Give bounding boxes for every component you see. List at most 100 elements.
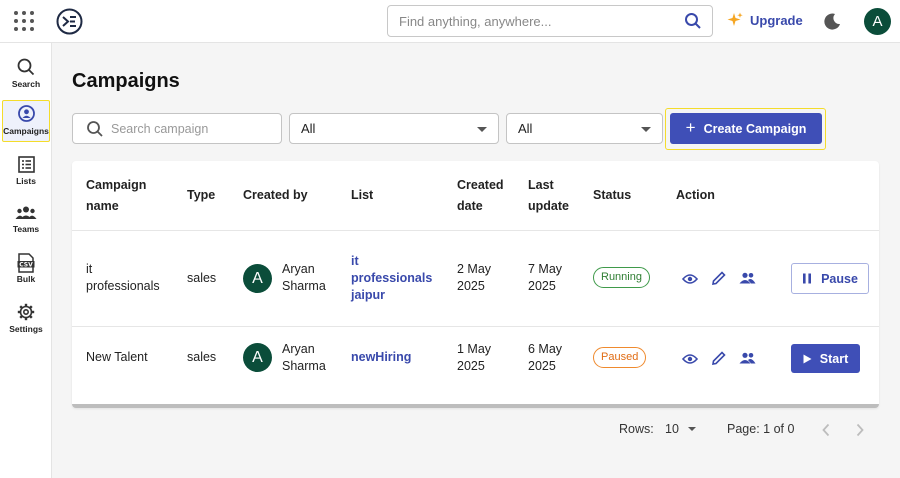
row2-type: sales (187, 350, 217, 364)
sidebar-item-label: Bulk (16, 274, 36, 284)
sparkle-icon (727, 12, 743, 26)
cell-line: Sharma (282, 279, 326, 293)
row2-created-by: Aryan Sharma (282, 341, 326, 375)
list-icon (17, 156, 35, 173)
pencil-icon[interactable] (712, 271, 726, 285)
header-created-by[interactable]: Created by (243, 185, 308, 206)
svg-text:CSV: CSV (19, 261, 33, 268)
users-icon[interactable] (739, 352, 756, 364)
sidebar-item-bulk[interactable]: CSV Bulk (2, 244, 50, 286)
status-badge: Running (593, 267, 650, 288)
sidebar-item-label: Lists (16, 176, 36, 186)
row1-created-by: Aryan Sharma (282, 261, 326, 295)
sidebar-item-settings[interactable]: Settings (2, 294, 50, 336)
header-campaign-name[interactable]: Campaign name (86, 175, 146, 217)
global-search (387, 5, 713, 37)
create-campaign-label: Create Campaign (703, 121, 807, 136)
play-icon (803, 354, 812, 363)
cell-line: 1 May (457, 342, 492, 356)
status-filter-select[interactable]: All (506, 113, 663, 144)
apps-grid-icon[interactable] (14, 11, 34, 31)
cell-line: New Talent (86, 350, 148, 364)
rows-label: Rows: (619, 422, 654, 436)
cell-line: professionals (86, 279, 160, 293)
row1-campaign-name[interactable]: it professionals (86, 261, 160, 295)
cell-line: newHiring (351, 350, 412, 364)
eye-icon[interactable] (682, 273, 698, 285)
cell-line: 2025 (457, 279, 485, 293)
campaigns-table: Campaign name Type Created by List Creat… (72, 161, 879, 408)
row-divider (72, 326, 879, 327)
upgrade-button[interactable]: Upgrade (727, 12, 803, 29)
sidebar: Search Campaigns Lists Teams CSV Bulk Se… (0, 43, 52, 478)
pencil-icon[interactable] (712, 351, 726, 365)
upgrade-label: Upgrade (750, 13, 803, 28)
csv-icon: CSV (17, 253, 35, 273)
pause-button[interactable]: Pause (791, 263, 869, 294)
row2-last-update: 6 May 2025 (528, 341, 562, 375)
header-type[interactable]: Type (187, 185, 215, 206)
row2-created-date: 1 May 2025 (457, 341, 491, 375)
user-avatar[interactable]: A (864, 8, 891, 35)
page-title: Campaigns (72, 70, 180, 92)
sidebar-item-label: Campaigns (3, 126, 49, 136)
header-list[interactable]: List (351, 185, 373, 206)
app-logo[interactable] (56, 8, 83, 35)
campaign-search (72, 113, 282, 144)
avatar: A (243, 264, 272, 293)
type-filter-select[interactable]: All (289, 113, 499, 144)
chevron-left-icon[interactable] (821, 423, 831, 437)
pause-icon (803, 273, 812, 284)
sidebar-item-label: Settings (9, 324, 43, 334)
sidebar-item-search[interactable]: Search (2, 49, 50, 91)
rows-per-page-select[interactable]: 10 (665, 422, 697, 436)
row2-list-link[interactable]: newHiring (351, 349, 411, 366)
type-filter-value: All (301, 121, 316, 136)
chevron-down-icon (641, 127, 651, 132)
top-bar: Upgrade A (0, 0, 900, 43)
users-icon[interactable] (739, 272, 756, 284)
status-filter-value: All (518, 121, 533, 136)
header-line: name (86, 199, 119, 213)
cell-line: it (351, 254, 359, 268)
header-line: Last (528, 178, 554, 192)
header-line: Created (457, 178, 504, 192)
chevron-down-icon (477, 127, 487, 132)
header-line: date (457, 199, 483, 213)
create-campaign-button[interactable]: + Create Campaign (670, 113, 822, 144)
header-status[interactable]: Status (593, 185, 631, 206)
header-created-date[interactable]: Created date (457, 175, 504, 217)
header-line: update (528, 199, 569, 213)
sidebar-item-lists[interactable]: Lists (2, 147, 50, 189)
plus-icon: + (685, 117, 696, 137)
header-action: Action (676, 188, 715, 202)
row1-list-link[interactable]: it professionals jaipur (351, 253, 432, 304)
header-last-update[interactable]: Last update (528, 175, 569, 217)
cell-line: Aryan (282, 262, 315, 276)
rows-per-page-value: 10 (665, 422, 679, 436)
chevron-down-icon (688, 427, 697, 431)
sidebar-item-label: Teams (12, 224, 40, 234)
create-campaign-highlight: + Create Campaign (665, 108, 826, 150)
row-divider (72, 230, 879, 231)
cell-line: 2025 (528, 279, 556, 293)
sidebar-item-teams[interactable]: Teams (2, 196, 50, 238)
header-line: Campaign (86, 178, 147, 192)
cell-line: Aryan (282, 342, 315, 356)
row1-last-update: 7 May 2025 (528, 261, 562, 295)
cell-line: 2025 (528, 359, 556, 373)
campaign-search-input[interactable] (111, 114, 276, 143)
sidebar-item-campaigns[interactable]: Campaigns (2, 100, 50, 142)
cell-line: Sharma (282, 359, 326, 373)
moon-icon[interactable] (823, 12, 842, 31)
chevron-right-icon[interactable] (855, 423, 865, 437)
teams-icon (15, 206, 37, 219)
start-button[interactable]: Start (791, 344, 860, 373)
row2-campaign-name[interactable]: New Talent (86, 349, 148, 366)
pause-label: Pause (821, 271, 858, 286)
global-search-input[interactable] (388, 6, 668, 36)
cell-line: 6 May (528, 342, 563, 356)
search-icon[interactable] (684, 12, 702, 30)
eye-icon[interactable] (682, 353, 698, 365)
search-icon (87, 121, 103, 137)
